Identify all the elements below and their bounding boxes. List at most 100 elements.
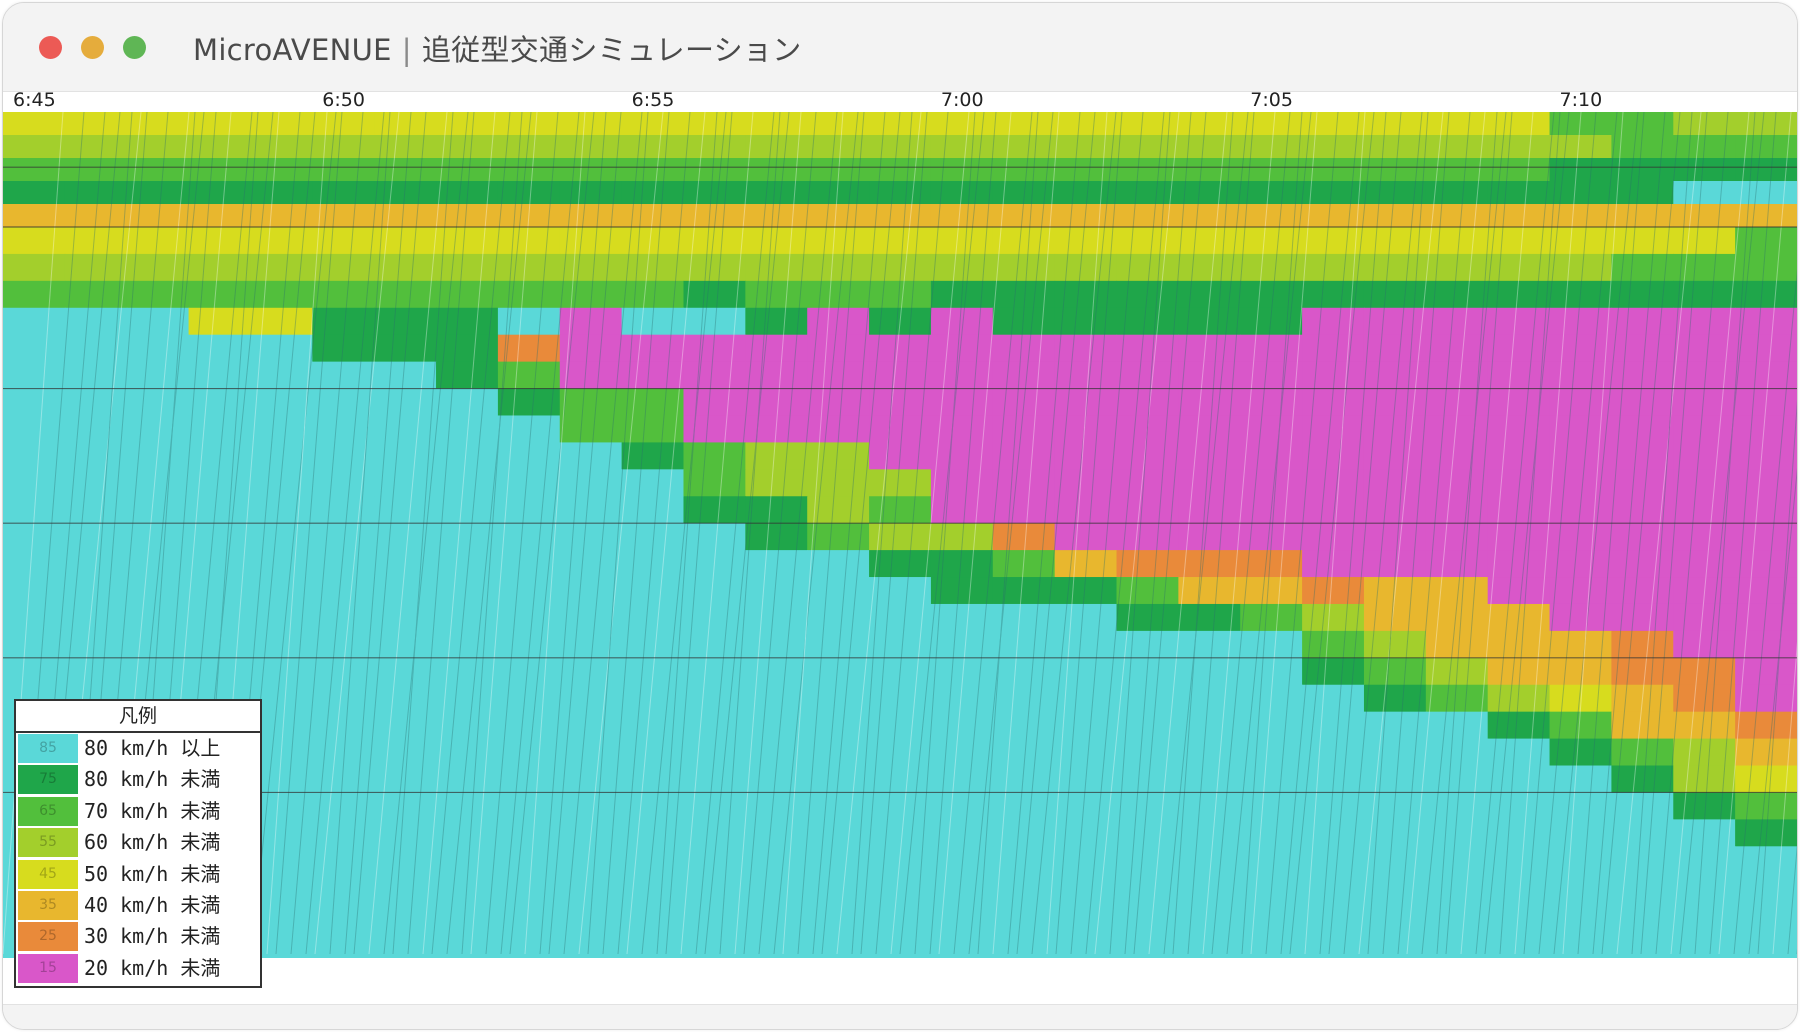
heatmap-cell xyxy=(1611,158,1674,182)
heatmap-cell xyxy=(64,158,128,182)
heatmap-cell xyxy=(992,684,1056,713)
heatmap-cell xyxy=(312,927,375,955)
heatmap-cell xyxy=(64,253,128,282)
minimize-window-button[interactable] xyxy=(81,36,104,59)
heatmap-cell xyxy=(1735,873,1797,901)
heatmap-cell xyxy=(1425,550,1489,578)
heatmap-cell xyxy=(188,181,252,205)
heatmap-cell xyxy=(745,361,808,390)
heatmap-cell xyxy=(683,900,746,928)
legend-label: 30 km/h 未満 xyxy=(84,924,221,949)
heatmap-cell xyxy=(1487,496,1551,524)
heatmap-cell xyxy=(1240,577,1303,605)
heatmap-cell xyxy=(1054,900,1118,928)
heatmap-cell xyxy=(1425,927,1489,955)
heatmap-cell xyxy=(1116,603,1179,632)
heatmap-cell xyxy=(930,227,994,255)
legend-title: 凡例 xyxy=(16,701,260,733)
heatmap-cell xyxy=(1116,846,1179,874)
heatmap-cell xyxy=(1363,442,1427,470)
heatmap-cell xyxy=(1178,227,1241,255)
heatmap-cell xyxy=(1673,523,1736,551)
heatmap-cell xyxy=(1735,112,1797,136)
heatmap-cell xyxy=(1363,334,1427,363)
heatmap-cell xyxy=(807,204,870,228)
window-footer xyxy=(3,1004,1797,1029)
heatmap-cell xyxy=(992,900,1056,928)
heatmap-cell xyxy=(1363,657,1427,686)
heatmap-cell xyxy=(312,550,375,578)
heatmap-cell xyxy=(1425,765,1489,794)
heatmap-cell xyxy=(188,523,252,551)
heatmap-cell xyxy=(374,819,437,847)
heatmap-cell xyxy=(1116,738,1179,767)
heatmap-cell xyxy=(1673,873,1736,901)
heatmap-cell xyxy=(621,711,685,740)
heatmap-cell xyxy=(621,550,685,578)
zoom-window-button[interactable] xyxy=(123,36,146,59)
heatmap-cell xyxy=(1116,253,1179,282)
heatmap-cell xyxy=(250,158,313,182)
heatmap-cell xyxy=(559,112,623,136)
heatmap-cell xyxy=(1735,469,1797,497)
legend-item: 65 70 km/h 未満 xyxy=(16,796,260,827)
heatmap-cell xyxy=(436,657,499,686)
heatmap-cell xyxy=(497,765,561,794)
heatmap-cell xyxy=(869,873,932,901)
heatmap-cell xyxy=(3,388,66,417)
heatmap-cell xyxy=(1673,253,1736,282)
legend-item: 35 40 km/h 未満 xyxy=(16,890,260,921)
heatmap-cell xyxy=(1178,684,1241,713)
heatmap-cell xyxy=(312,603,375,632)
heatmap-cell xyxy=(745,496,808,524)
heatmap-cell xyxy=(621,181,685,205)
legend-item: 25 30 km/h 未満 xyxy=(16,921,260,952)
heatmap-cell xyxy=(374,630,437,659)
heatmap-cell xyxy=(374,415,437,444)
heatmap-cell xyxy=(1178,158,1241,182)
heatmap-cell xyxy=(621,112,685,136)
heatmap-cell xyxy=(869,361,932,390)
heatmap-cell xyxy=(930,158,994,182)
heatmap-cell xyxy=(188,603,252,632)
heatmap-cell xyxy=(1611,873,1674,901)
heatmap-cell xyxy=(1611,819,1674,847)
heatmap-cell xyxy=(497,158,561,182)
legend-item: 55 60 km/h 未満 xyxy=(16,827,260,858)
heatmap-cell xyxy=(1302,657,1365,686)
heatmap-cell xyxy=(992,927,1056,955)
heatmap-cell xyxy=(1116,227,1179,255)
heatmap-cell xyxy=(683,112,746,136)
heatmap-cell xyxy=(683,181,746,205)
heatmap-cell xyxy=(807,334,870,363)
heatmap-cell xyxy=(807,181,870,205)
legend-label: 60 km/h 未満 xyxy=(84,830,221,855)
heatmap-cell xyxy=(188,388,252,417)
heatmap-cell xyxy=(3,227,66,255)
heatmap-cell xyxy=(497,227,561,255)
heatmap-cell xyxy=(1549,361,1613,390)
heatmap-cell xyxy=(1549,873,1613,901)
heatmap-cell xyxy=(930,900,994,928)
heatmap-cell xyxy=(1425,204,1489,228)
heatmap-cell xyxy=(1611,550,1674,578)
heatmap-cell xyxy=(1116,819,1179,847)
heatmap-cell xyxy=(559,927,623,955)
heatmap-cell xyxy=(1116,158,1179,182)
heatmap-cell xyxy=(1487,657,1551,686)
heatmap-cell xyxy=(497,900,561,928)
close-window-button[interactable] xyxy=(39,36,62,59)
legend-item: 15 20 km/h 未満 xyxy=(16,953,260,984)
heatmap-cell xyxy=(374,227,437,255)
heatmap-cell xyxy=(1054,792,1118,820)
heatmap-cell xyxy=(930,873,994,901)
heatmap-cell xyxy=(745,603,808,632)
heatmap-cell xyxy=(1302,577,1365,605)
heatmap-cell xyxy=(1116,900,1179,928)
heatmap-cell xyxy=(807,442,870,470)
heatmap-cell xyxy=(1549,307,1613,336)
heatmap-cell xyxy=(126,415,190,444)
heatmap-cell xyxy=(1240,603,1303,632)
heatmap-cell xyxy=(621,927,685,955)
heatmap-cell xyxy=(1240,442,1303,470)
